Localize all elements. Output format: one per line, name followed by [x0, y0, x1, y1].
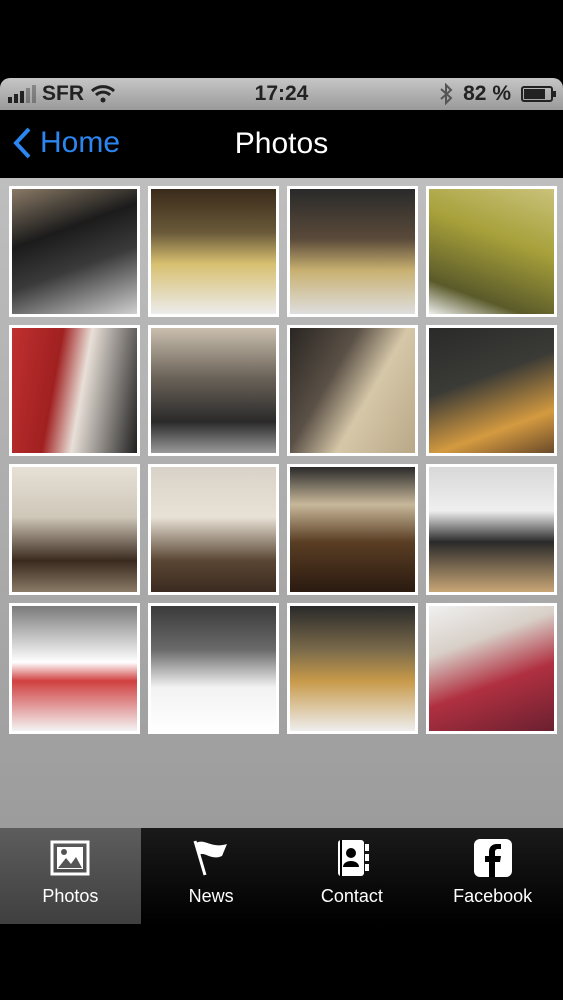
flag-icon [193, 840, 228, 876]
photo-gallery[interactable] [0, 178, 563, 828]
photo-thumbnail-canape-table[interactable] [287, 603, 418, 734]
photo-icon [50, 840, 90, 876]
address-book-icon [337, 840, 369, 876]
photo-grid [9, 186, 557, 734]
battery-percent: 82 % [463, 82, 511, 105]
tab-bar: Photos News Contact Facebook [0, 828, 563, 924]
photo-thumbnail-storefront[interactable] [9, 186, 140, 317]
photo-thumbnail-carpaccio-plate[interactable] [426, 603, 557, 734]
tab-label: Facebook [453, 886, 533, 906]
photo-thumbnail-bar-counter[interactable] [287, 186, 418, 317]
photo-thumbnail-chef[interactable] [9, 325, 140, 456]
battery-fill [524, 89, 546, 99]
photo-thumbnail-wall-tables[interactable] [9, 464, 140, 595]
battery-group: 82 % [439, 82, 556, 106]
page-title: Photos [234, 127, 329, 160]
photo-thumbnail-food-display[interactable] [426, 186, 557, 317]
tab-photos[interactable]: Photos [0, 828, 141, 924]
navigation-bar: Home Photos [0, 110, 563, 178]
tab-label: Photos [42, 886, 99, 906]
tab-news[interactable]: News [141, 828, 282, 924]
tab-label: Contact [320, 886, 383, 906]
photo-thumbnail-lounge[interactable] [287, 464, 418, 595]
photo-thumbnail-banquette-room[interactable] [148, 464, 279, 595]
photo-thumbnail-buffet-outdoor[interactable] [9, 603, 140, 734]
photo-thumbnail-deli-counter[interactable] [148, 186, 279, 317]
tab-facebook[interactable]: Facebook [422, 828, 563, 924]
status-bar: SFR 17:24 82 % [0, 78, 563, 110]
photo-thumbnail-kitchen-island[interactable] [426, 464, 557, 595]
battery-icon [521, 86, 556, 102]
photo-thumbnail-buffet-terrace[interactable] [148, 603, 279, 734]
photo-thumbnail-stone-wall-logo[interactable] [287, 325, 418, 456]
bluetooth-icon [440, 83, 453, 105]
photo-thumbnail-bar-seating[interactable] [426, 325, 557, 456]
tab-label: News [188, 886, 234, 906]
tab-contact[interactable]: Contact [282, 828, 423, 924]
app-screen: SFR 17:24 82 % Home Photos Photos News C… [0, 78, 563, 924]
facebook-icon [473, 839, 512, 877]
photo-thumbnail-dining-hall[interactable] [148, 325, 279, 456]
